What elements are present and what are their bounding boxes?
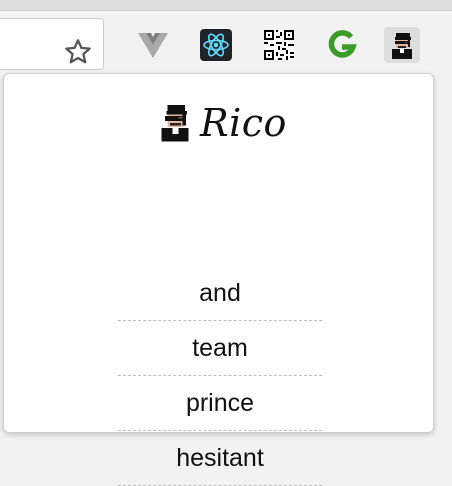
word-item[interactable]: hesitant xyxy=(118,431,322,486)
word-list: and team prince hesitant xyxy=(118,266,322,486)
rico-avatar-icon[interactable] xyxy=(384,27,420,63)
rico-logo-icon xyxy=(161,104,189,142)
grammarly-g-icon[interactable] xyxy=(324,27,360,63)
qr-code-icon[interactable] xyxy=(261,27,297,63)
browser-toolbar xyxy=(0,11,452,73)
word-item[interactable]: prince xyxy=(118,376,322,431)
react-devtools-icon[interactable] xyxy=(198,27,234,63)
word-item[interactable]: team xyxy=(118,321,322,376)
bookmark-star-icon[interactable] xyxy=(63,37,93,67)
window-top-strip xyxy=(0,0,452,11)
address-bar[interactable] xyxy=(0,18,104,70)
popup-title: Rico xyxy=(200,101,287,145)
extension-popup: Rico and team prince hesitant xyxy=(3,73,434,486)
vue-devtools-icon[interactable] xyxy=(135,27,171,63)
word-item[interactable]: and xyxy=(118,266,322,321)
popup-header: Rico xyxy=(4,98,433,148)
